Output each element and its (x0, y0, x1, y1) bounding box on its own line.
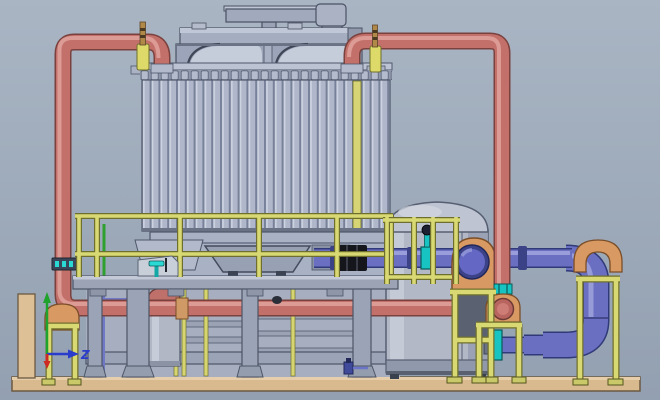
flexible-coupling (337, 245, 367, 271)
side-plank (17, 293, 36, 379)
dosing-unit[interactable] (137, 255, 179, 277)
riser-flange (51, 257, 79, 271)
cad-3d-viewport[interactable]: Z (0, 0, 660, 400)
pipe-coupling-orange (175, 297, 189, 320)
tower-ladder-stripe (352, 80, 362, 231)
pipe-clamp (272, 296, 282, 304)
riser-coupling-teal (493, 283, 513, 295)
base-plate[interactable] (11, 376, 641, 392)
pipe-flange (518, 246, 527, 270)
z-axis-label: Z (80, 348, 90, 362)
